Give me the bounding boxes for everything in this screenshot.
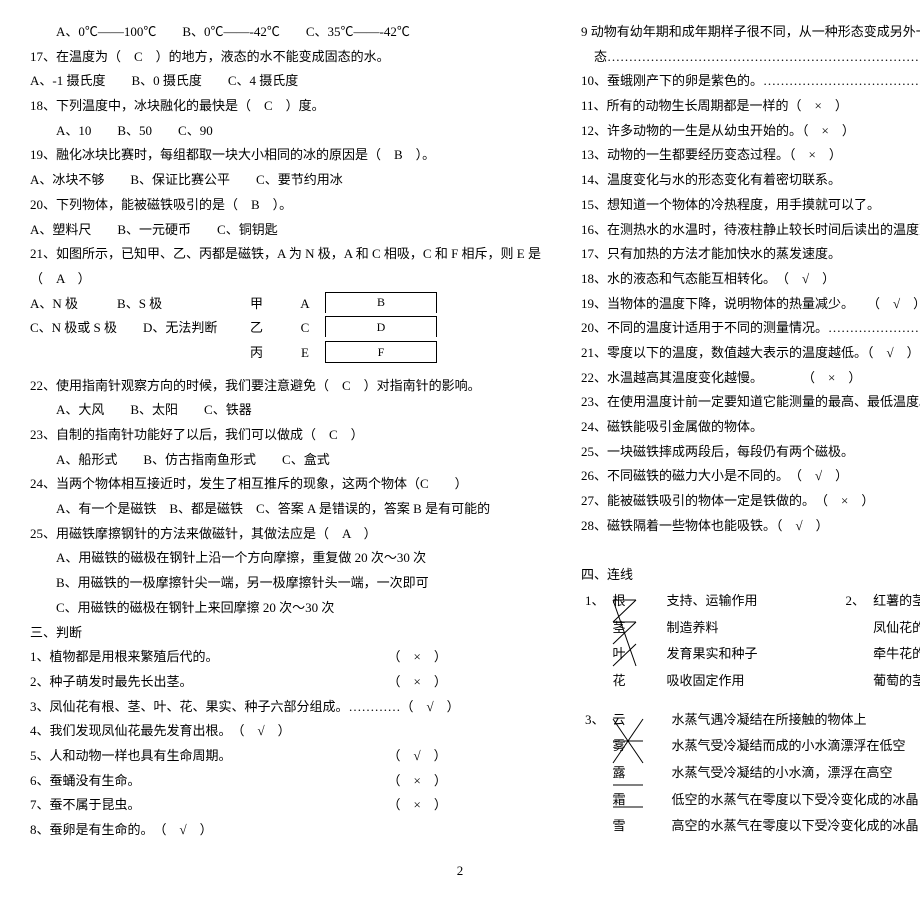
q21-optA: A、N 极 B、S 极 bbox=[30, 292, 240, 317]
j27: 27、能被磁铁吸引的物体一定是铁做的。 （ × ） bbox=[581, 489, 920, 514]
j8: 8、蚕卵是有生命的。 （ √ ） bbox=[30, 818, 541, 843]
j15: 15、想知道一个物体的冷热程度，用手摸就可以了。 （ × ） bbox=[581, 193, 920, 218]
q20: 20、下列物体，能被磁铁吸引的是（ B ）。 bbox=[30, 193, 541, 218]
q25: 25、用磁铁摩擦钢针的方法来做磁针，其做法应是（ A ） bbox=[30, 522, 541, 547]
j13: 13、动物的一生都要经历变态过程。（ × ） bbox=[581, 143, 920, 168]
section3-title: 三、判断 bbox=[30, 621, 541, 646]
m3-r0: 水蒸气遇冷凝结在所接触的物体上 bbox=[668, 707, 920, 734]
q19: 19、融化冰块比赛时，每组都取一块大小相同的冰的原因是（ B ）。 bbox=[30, 143, 541, 168]
j7: 7、蚕不属于昆虫。 （ × ） bbox=[30, 793, 541, 818]
j18: 18、水的液态和气态能互相转化。 （ √ ） bbox=[581, 267, 920, 292]
match2: 2、红薯的茎直立茎 凤仙花的茎缠绕茎 牵牛花的茎攀缘茎 葡萄的茎匍匐茎 bbox=[842, 588, 920, 695]
j28: 28、磁铁隔着一些物体也能吸铁。（ √ ） bbox=[581, 514, 920, 539]
j9b: 态…………………………………………………………………（ √ ） bbox=[581, 45, 920, 70]
m3-l4: 雪 bbox=[609, 813, 630, 840]
m2-l1: 凤仙花的茎 bbox=[869, 615, 920, 642]
j16: 16、在测热水的水温时，待液柱静止较长时间后读出的温度更准。（ × ） bbox=[581, 218, 920, 243]
m1-l2: 叶 bbox=[609, 641, 630, 668]
j9a: 9 动物有幼年期和成年期样子很不同，从一种形态变成另外一种形态，这种变化叫变 bbox=[581, 20, 920, 45]
m3-r3: 低空的水蒸气在零度以下受冷变化成的冰晶 bbox=[668, 787, 920, 814]
m1-num: 1、 bbox=[581, 588, 609, 615]
j11: 11、所有的动物生长周期都是一样的（ × ） bbox=[581, 94, 920, 119]
q17: 17、在温度为（ C ）的地方，液态的水不能变成固态的水。 bbox=[30, 45, 541, 70]
q21-optC: C、N 极或 S 极 D、无法判断 bbox=[30, 316, 240, 341]
j17: 17、只有加热的方法才能加快水的蒸发速度。 （ × ） bbox=[581, 242, 920, 267]
q25-optB: B、用磁铁的一极摩擦针尖一端，另一极摩擦针头一端，一次即可 bbox=[30, 571, 541, 596]
m3-l2: 露 bbox=[609, 760, 630, 787]
q16-options: A、0℃——100℃ B、0℃——-42℃ C、35℃——-42℃ bbox=[30, 20, 541, 45]
m1-l1: 茎 bbox=[609, 615, 630, 642]
m2-l3: 葡萄的茎 bbox=[869, 668, 920, 695]
q24-options: A、有一个是磁铁 B、都是磁铁 C、答案 A 是错误的，答案 B 是有可能的 bbox=[30, 497, 541, 522]
j14: 14、温度变化与水的形态变化有着密切联系。 （ √ ） bbox=[581, 168, 920, 193]
left-column: A、0℃——100℃ B、0℃——-42℃ C、35℃——-42℃ 17、在温度… bbox=[30, 20, 541, 843]
m1-r2: 发育果实和种子 bbox=[663, 641, 762, 668]
m3-r1: 水蒸气受冷凝结而成的小水滴漂浮在低空 bbox=[668, 733, 920, 760]
j5: 5、人和动物一样也具有生命周期。 （ √ ） bbox=[30, 744, 541, 769]
j4: 4、我们发现凤仙花最先发育出根。 （ √ ） bbox=[30, 719, 541, 744]
j23: 23、在使用温度计前一定要知道它能测量的最高、最低温度。（ √ ） bbox=[581, 390, 920, 415]
q20-options: A、塑料尺 B、一元硬币 C、铜钥匙 bbox=[30, 218, 541, 243]
j1: 1、植物都是用根来繁殖后代的。 （ × ） bbox=[30, 645, 541, 670]
blank bbox=[581, 538, 920, 563]
m3-num: 3、 bbox=[581, 707, 609, 734]
match1: 1、根 支持、运输作用 茎 制造养料 叶 发育果实和种子 花 吸收固定作用 bbox=[581, 588, 762, 695]
m3-l0: 云 bbox=[609, 707, 630, 734]
q24: 24、当两个物体相互接近时，发生了相互推斥的现象，这两个物体（C ） bbox=[30, 472, 541, 497]
m1-r1: 制造养料 bbox=[663, 615, 762, 642]
j3: 3、凤仙花有根、茎、叶、花、果实、种子六部分组成。…………（ √ ） bbox=[30, 695, 541, 720]
j19: 19、当物体的温度下降，说明物体的热量减少。 （ √ ） bbox=[581, 292, 920, 317]
m2-num: 2、 bbox=[842, 588, 870, 615]
j2: 2、种子萌发时最先长出茎。 （ × ） bbox=[30, 670, 541, 695]
q18: 18、下列温度中，冰块融化的最快是（ C ）度。 bbox=[30, 94, 541, 119]
j10: 10、蚕蛾刚产下的卵是紫色的。…………………………………（ × ） bbox=[581, 69, 920, 94]
j22: 22、水温越高其温度变化越慢。 （ × ） bbox=[581, 366, 920, 391]
m1-r0: 支持、运输作用 bbox=[663, 588, 762, 615]
match-group-1-2: 1、根 支持、运输作用 茎 制造养料 叶 发育果实和种子 花 吸收固定作用 2、红薯的茎… bbox=[581, 588, 920, 695]
j20: 20、不同的温度计适用于不同的测量情况。……………………………（ √ ） bbox=[581, 316, 920, 341]
q18-options: A、10 B、50 C、90 bbox=[30, 119, 541, 144]
m3-l1: 雾 bbox=[609, 733, 630, 760]
q23-options: A、船形式 B、仿古指南鱼形式 C、盒式 bbox=[30, 448, 541, 473]
match3: 3、云 水蒸气遇冷凝结在所接触的物体上 雾 水蒸气受冷凝结而成的小水滴漂浮在低空 露… bbox=[581, 707, 920, 840]
j21: 21、零度以下的温度，数值越大表示的温度越低。（ √ ） bbox=[581, 341, 920, 366]
section4-title: 四、连线 bbox=[581, 563, 920, 588]
m2-l2: 牵牛花的茎 bbox=[869, 641, 920, 668]
q25-optC: C、用磁铁的磁极在钢针上来回摩擦 20 次～30 次 bbox=[30, 596, 541, 621]
q25-optA: A、用磁铁的磁极在钢针上沿一个方向摩擦，重复做 20 次～30 次 bbox=[30, 546, 541, 571]
q21: 21、如图所示，已知甲、乙、丙都是磁铁，A 为 N 极，A 和 C 相吸，C 和… bbox=[30, 242, 541, 267]
j24: 24、磁铁能吸引金属做的物体。 （ × ） bbox=[581, 415, 920, 440]
j26: 26、不同磁铁的磁力大小是不同的。 （ √ ） bbox=[581, 464, 920, 489]
m1-l0: 根 bbox=[609, 588, 630, 615]
j25: 25、一块磁铁摔成两段后，每段仍有两个磁极。 （ √ ） bbox=[581, 440, 920, 465]
j12: 12、许多动物的一生是从幼虫开始的。（ × ） bbox=[581, 119, 920, 144]
m3-l3: 霜 bbox=[609, 787, 630, 814]
q23: 23、自制的指南针功能好了以后，我们可以做成（ C ） bbox=[30, 423, 541, 448]
q22-options: A、大风 B、太阳 C、铁器 bbox=[30, 398, 541, 423]
m3-r2: 水蒸气受冷凝结的小水滴，漂浮在高空 bbox=[668, 760, 920, 787]
m3-r4: 高空的水蒸气在零度以下受冷变化成的冰晶 bbox=[668, 813, 920, 840]
q21-answer: （ A ） bbox=[30, 267, 541, 292]
row-jia: 甲 bbox=[250, 292, 285, 317]
magnet-diagram: 甲 A B 乙 C D 丙 E F bbox=[250, 292, 437, 366]
q22: 22、使用指南针观察方向的时候，我们要注意避免（ C ）对指南针的影响。 bbox=[30, 374, 541, 399]
page-number: 2 bbox=[30, 863, 890, 879]
row-bing: 丙 bbox=[250, 341, 285, 366]
right-column: 9 动物有幼年期和成年期样子很不同，从一种形态变成另外一种形态，这种变化叫变 态… bbox=[581, 20, 920, 843]
m2-l0: 红薯的茎 bbox=[869, 588, 920, 615]
m1-r3: 吸收固定作用 bbox=[663, 668, 762, 695]
row-yi: 乙 bbox=[250, 316, 285, 341]
j6: 6、蚕蛹没有生命。 （ × ） bbox=[30, 769, 541, 794]
q17-options: A、-1 摄氏度 B、0 摄氏度 C、4 摄氏度 bbox=[30, 69, 541, 94]
q19-options: A、冰块不够 B、保证比赛公平 C、要节约用冰 bbox=[30, 168, 541, 193]
m1-l3: 花 bbox=[609, 668, 630, 695]
